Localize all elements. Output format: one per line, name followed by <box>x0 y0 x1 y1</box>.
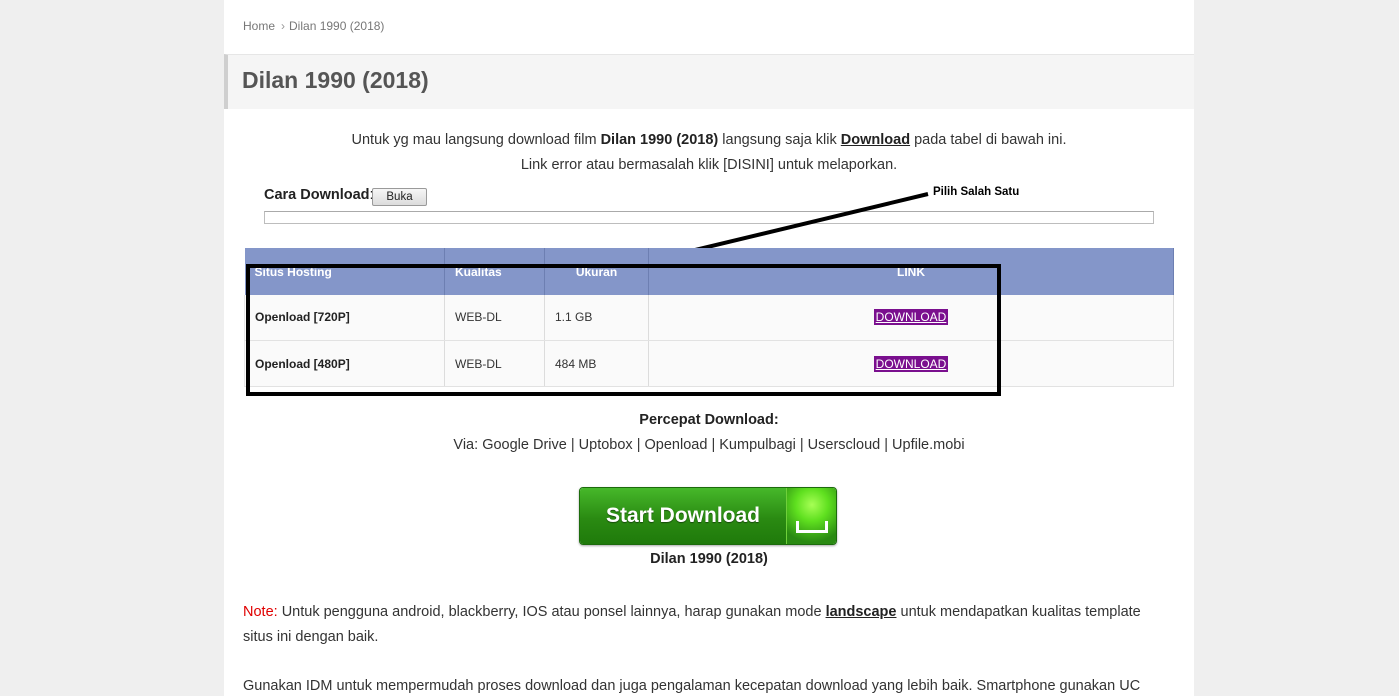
breadcrumb: Home › Dilan 1990 (2018) <box>243 19 384 33</box>
cara-download-panel <box>264 211 1154 224</box>
annotation-label: Pilih Salah Satu <box>933 186 1020 198</box>
start-download-label-area: Start Download <box>580 488 786 544</box>
percepat-download-title: Percepat Download: <box>639 412 779 428</box>
via-link-google-drive[interactable]: Google Drive <box>482 437 567 453</box>
intro-film-title: Dilan 1990 (2018) <box>600 132 719 148</box>
cell-quality: WEB-DL <box>444 294 545 341</box>
cell-size: 1.1 GB <box>544 294 649 341</box>
percepat-download-links: Via: Google Drive | Uptobox | Openload |… <box>224 437 1194 453</box>
intro-line-1: Untuk yg mau langsung download film Dila… <box>224 132 1194 148</box>
via-link-uptobox[interactable]: Uptobox <box>579 437 633 453</box>
via-separator: | <box>636 437 641 453</box>
cell-host: Openload [720P] <box>244 294 445 341</box>
download-tray-icon <box>796 521 828 533</box>
note-text-before: Untuk pengguna android, blackberry, IOS … <box>281 604 822 620</box>
cell-quality: WEB-DL <box>444 340 545 387</box>
via-separator: | <box>799 437 804 453</box>
note-label: Note: <box>243 604 278 620</box>
table-row: Openload [720P] WEB-DL 1.1 GB DOWNLOAD <box>244 294 1174 341</box>
buka-button[interactable]: Buka <box>372 188 427 206</box>
cara-download-text: Cara Download <box>264 187 370 203</box>
header-link: LINK <box>648 248 1174 295</box>
intro-download-link[interactable]: Download <box>841 132 910 148</box>
cell-size: 484 MB <box>544 340 649 387</box>
breadcrumb-current: Dilan 1990 (2018) <box>289 19 385 33</box>
breadcrumb-separator: › <box>281 19 286 33</box>
intro-mid: langsung saja klik <box>722 132 837 148</box>
landscape-link[interactable]: landscape <box>826 604 897 620</box>
table-row: Openload [480P] WEB-DL 484 MB DOWNLOAD <box>244 340 1174 387</box>
note-paragraph: Note: Untuk pengguna android, blackberry… <box>243 600 1173 650</box>
title-bar: Dilan 1990 (2018) <box>224 54 1194 109</box>
cell-link: DOWNLOAD <box>648 340 1174 387</box>
page-title: Dilan 1990 (2018) <box>242 67 429 93</box>
start-download-icon-area <box>786 488 836 544</box>
header-situs-hosting: Situs Hosting <box>244 248 445 295</box>
start-download-button[interactable]: Start Download <box>579 487 837 545</box>
via-link-openload[interactable]: Openload <box>645 437 708 453</box>
intro-suffix: pada tabel di bawah ini. <box>914 132 1067 148</box>
download-button[interactable]: DOWNLOAD <box>873 309 949 326</box>
idm-paragraph: Gunakan IDM untuk mempermudah proses dow… <box>243 678 1141 694</box>
header-kualitas: Kualitas <box>444 248 545 295</box>
table-header-row: Situs Hosting Kualitas Ukuran LINK <box>244 248 1174 295</box>
via-link-userscloud[interactable]: Userscloud <box>808 437 881 453</box>
via-separator: | <box>884 437 889 453</box>
via-link-kumpulbagi[interactable]: Kumpulbagi <box>719 437 796 453</box>
content-page: Home › Dilan 1990 (2018) Dilan 1990 (2018)… <box>224 0 1194 696</box>
cell-link: DOWNLOAD <box>648 294 1174 341</box>
cell-host: Openload [480P] <box>244 340 445 387</box>
download-button[interactable]: DOWNLOAD <box>873 355 949 372</box>
start-download-caption: Dilan 1990 (2018) <box>650 551 768 567</box>
intro-line-2: Link error atau bermasalah klik [DISINI]… <box>520 157 898 173</box>
via-separator: | <box>570 437 575 453</box>
header-ukuran: Ukuran <box>544 248 649 295</box>
intro-prefix: Untuk yg mau langsung download film <box>351 132 597 148</box>
via-prefix: Via: <box>453 437 479 453</box>
breadcrumb-home-link[interactable]: Home <box>243 19 275 33</box>
cara-download-label: Cara Download: <box>264 187 374 203</box>
via-separator: | <box>711 437 716 453</box>
download-table: Situs Hosting Kualitas Ukuran LINK Openl… <box>244 248 1174 387</box>
start-download-label: Start Download <box>605 504 760 527</box>
via-link-upfile[interactable]: Upfile.mobi <box>892 437 965 453</box>
